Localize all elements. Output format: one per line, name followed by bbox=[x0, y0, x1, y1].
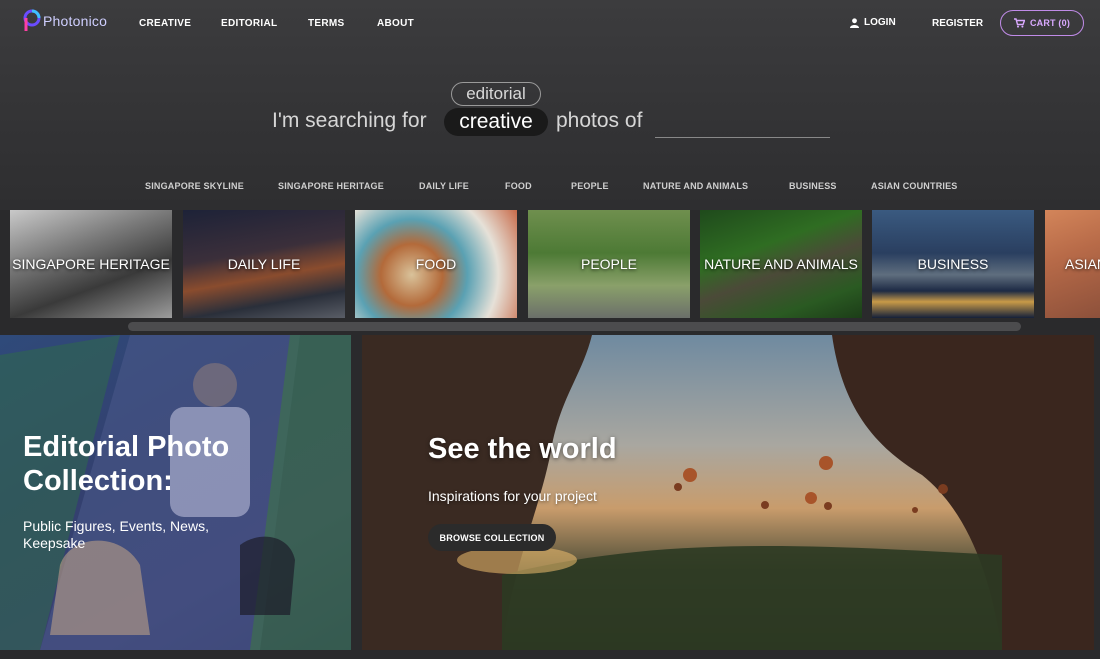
logo-text: Photonico bbox=[43, 13, 108, 29]
world-title: See the world bbox=[428, 433, 617, 465]
cart-label: CART (0) bbox=[1029, 18, 1071, 28]
category-business[interactable]: BUSINESS bbox=[789, 181, 837, 191]
search-prefix: I'm searching for bbox=[272, 109, 427, 132]
register-link[interactable]: REGISTER bbox=[932, 18, 983, 29]
category-asian-countries[interactable]: ASIAN COUNTRIES bbox=[871, 181, 958, 191]
tile-label: PEOPLE bbox=[580, 256, 638, 272]
category-carousel: SINGAPORE HERITAGE DAILY LIFE FOOD PEOPL… bbox=[0, 210, 1100, 320]
nav-editorial[interactable]: EDITORIAL bbox=[221, 18, 277, 29]
category-food[interactable]: FOOD bbox=[505, 181, 532, 191]
browse-collection-button[interactable]: BROWSE COLLECTION bbox=[428, 524, 556, 551]
tile-food[interactable]: FOOD bbox=[355, 210, 517, 318]
cart-icon bbox=[1013, 18, 1025, 28]
editorial-subtitle: Public Figures, Events, News, Keepsake bbox=[23, 518, 209, 551]
tile-daily-life[interactable]: DAILY LIFE bbox=[183, 210, 345, 318]
world-subtitle: Inspirations for your project bbox=[428, 488, 597, 504]
see-the-world-panel[interactable]: See the world Inspirations for your proj… bbox=[362, 335, 1094, 650]
tile-label: ASIAN bbox=[1065, 256, 1100, 272]
tile-nature-and-animals[interactable]: NATURE AND ANIMALS bbox=[700, 210, 862, 318]
tile-label: FOOD bbox=[415, 256, 457, 272]
editorial-title-line1: Editorial Photo bbox=[23, 431, 230, 463]
nav-about[interactable]: ABOUT bbox=[377, 18, 414, 29]
cart-button[interactable]: CART (0) bbox=[1000, 10, 1084, 36]
nav-creative[interactable]: CREATIVE bbox=[139, 18, 191, 29]
nav-terms[interactable]: TERMS bbox=[308, 18, 345, 29]
search-suffix: photos of bbox=[556, 109, 643, 132]
tile-business[interactable]: BUSINESS bbox=[872, 210, 1034, 318]
tile-people[interactable]: PEOPLE bbox=[528, 210, 690, 318]
category-nature-and-animals[interactable]: NATURE AND ANIMALS bbox=[643, 181, 748, 191]
hero-header bbox=[0, 0, 1100, 210]
creative-toggle[interactable]: creative bbox=[444, 108, 548, 136]
logo[interactable]: Photonico bbox=[22, 9, 107, 33]
category-daily-life[interactable]: DAILY LIFE bbox=[419, 181, 469, 191]
tile-label: DAILY LIFE bbox=[227, 256, 301, 272]
tile-asian-countries[interactable]: ASIAN bbox=[1045, 210, 1100, 318]
tile-singapore-heritage[interactable]: SINGAPORE HERITAGE bbox=[10, 210, 172, 318]
tile-label: BUSINESS bbox=[917, 256, 989, 272]
logo-icon bbox=[22, 9, 42, 33]
login-label: LOGIN bbox=[864, 17, 896, 28]
user-icon bbox=[850, 17, 859, 28]
editorial-title: Editorial Photo Collection: bbox=[23, 430, 229, 498]
tile-label: SINGAPORE HERITAGE bbox=[12, 256, 170, 272]
tile-label: NATURE AND ANIMALS bbox=[704, 256, 858, 272]
editorial-title-line2: Collection: bbox=[23, 465, 173, 497]
editorial-collection-panel[interactable]: Editorial Photo Collection: Public Figur… bbox=[0, 335, 351, 650]
search-input[interactable] bbox=[655, 114, 830, 138]
category-people[interactable]: PEOPLE bbox=[571, 181, 609, 191]
category-singapore-heritage[interactable]: SINGAPORE HERITAGE bbox=[278, 181, 384, 191]
category-singapore-skyline[interactable]: SINGAPORE SKYLINE bbox=[145, 181, 244, 191]
editorial-toggle[interactable]: editorial bbox=[451, 82, 541, 106]
login-link[interactable]: LOGIN bbox=[850, 17, 896, 28]
carousel-scrollbar[interactable] bbox=[128, 322, 1021, 331]
